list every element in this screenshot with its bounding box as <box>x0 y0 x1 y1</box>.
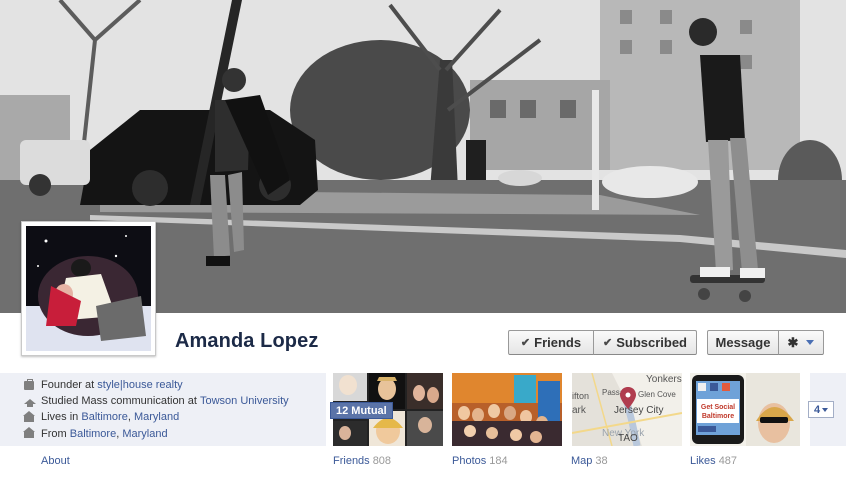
briefcase-icon <box>24 378 34 390</box>
map-preview-image: Yonkers Glen Cove Passaic Jersey City if… <box>572 373 682 446</box>
likes-preview-image: Get Social Baltimore <box>690 373 800 446</box>
photos-link-label: Photos <box>452 455 487 467</box>
more-tiles-count: 4 <box>813 403 821 416</box>
info-work: Founder at style|house realty <box>24 377 326 393</box>
photos-tile[interactable] <box>452 373 562 446</box>
lives-state-link[interactable]: Maryland <box>134 411 179 423</box>
map-label-yonkers: Yonkers <box>646 374 682 385</box>
map-label-newark: ark <box>572 405 587 416</box>
caret-down-icon <box>806 340 815 345</box>
photos-link[interactable]: Photos 184 <box>452 455 508 467</box>
map-count: 38 <box>595 455 608 467</box>
message-button[interactable]: Message <box>707 330 779 355</box>
settings-dropdown-button[interactable]: ✱ <box>778 330 824 355</box>
photos-preview-image <box>452 373 562 446</box>
friends-link[interactable]: Friends 808 <box>333 455 391 467</box>
map-label-clifton: ifton <box>572 391 589 401</box>
info-education-text: Studied Mass communication at <box>41 395 197 408</box>
info-from-text: From <box>41 427 67 440</box>
likes-count: 487 <box>718 455 738 467</box>
friends-link-label: Friends <box>333 455 370 467</box>
profile-picture-image <box>26 226 151 351</box>
gear-icon: ✱ <box>787 334 799 350</box>
info-lives: Lives in Baltimore, Maryland <box>23 409 326 425</box>
info-from: From Baltimore, Maryland <box>23 426 326 442</box>
more-tiles-button[interactable]: 4 <box>808 401 834 418</box>
likes-sign-line-2: Baltimore <box>702 413 734 420</box>
profile-info-box: Founder at style|house realty Studied Ma… <box>0 373 326 446</box>
subscribed-button[interactable]: ✔ Subscribed <box>593 330 697 355</box>
info-separator: , <box>116 427 120 440</box>
education-link[interactable]: Towson University <box>200 395 289 407</box>
info-separator: , <box>127 411 131 424</box>
profile-picture[interactable] <box>21 221 156 356</box>
lives-city-link[interactable]: Baltimore <box>81 411 127 423</box>
map-label-tao: TAO <box>618 433 638 444</box>
info-lives-text: Lives in <box>41 411 79 424</box>
info-education: Studied Mass communication at Towson Uni… <box>24 393 326 409</box>
map-link[interactable]: Map 38 <box>571 455 608 467</box>
house-icon <box>23 427 35 439</box>
likes-link[interactable]: Likes 487 <box>690 455 737 467</box>
subscribed-button-label: Subscribed <box>616 335 687 350</box>
profile-name: Amanda Lopez <box>175 330 319 352</box>
caret-down-icon <box>822 407 829 412</box>
map-label-jersey-city: Jersey City <box>614 405 663 416</box>
check-icon: ✔ <box>520 337 531 349</box>
likes-sign-line-1: Get Social <box>701 404 735 411</box>
message-button-label: Message <box>715 335 771 350</box>
about-link[interactable]: About <box>41 455 70 467</box>
likes-tile[interactable]: Get Social Baltimore <box>690 373 800 446</box>
from-state-link[interactable]: Maryland <box>122 428 167 440</box>
map-link-label: Map <box>571 455 593 467</box>
map-label-glen-cove: Glen Cove <box>638 390 676 399</box>
friends-button[interactable]: ✔ Friends <box>508 330 594 355</box>
from-city-link[interactable]: Baltimore <box>70 428 116 440</box>
friends-count: 808 <box>372 455 392 467</box>
photos-count: 184 <box>489 455 508 467</box>
map-tile[interactable]: Yonkers Glen Cove Passaic Jersey City if… <box>572 373 682 446</box>
work-link[interactable]: style|house realty <box>97 379 182 391</box>
likes-link-label: Likes <box>690 455 716 467</box>
about-link-label: About <box>41 455 70 467</box>
info-work-text: Founder at <box>41 379 95 392</box>
house-icon <box>23 410 35 422</box>
friends-button-label: Friends <box>534 335 582 350</box>
check-icon: ✔ <box>602 337 613 349</box>
mutual-friends-badge[interactable]: 12 Mutual <box>330 402 393 419</box>
graduation-cap-icon <box>24 398 36 407</box>
